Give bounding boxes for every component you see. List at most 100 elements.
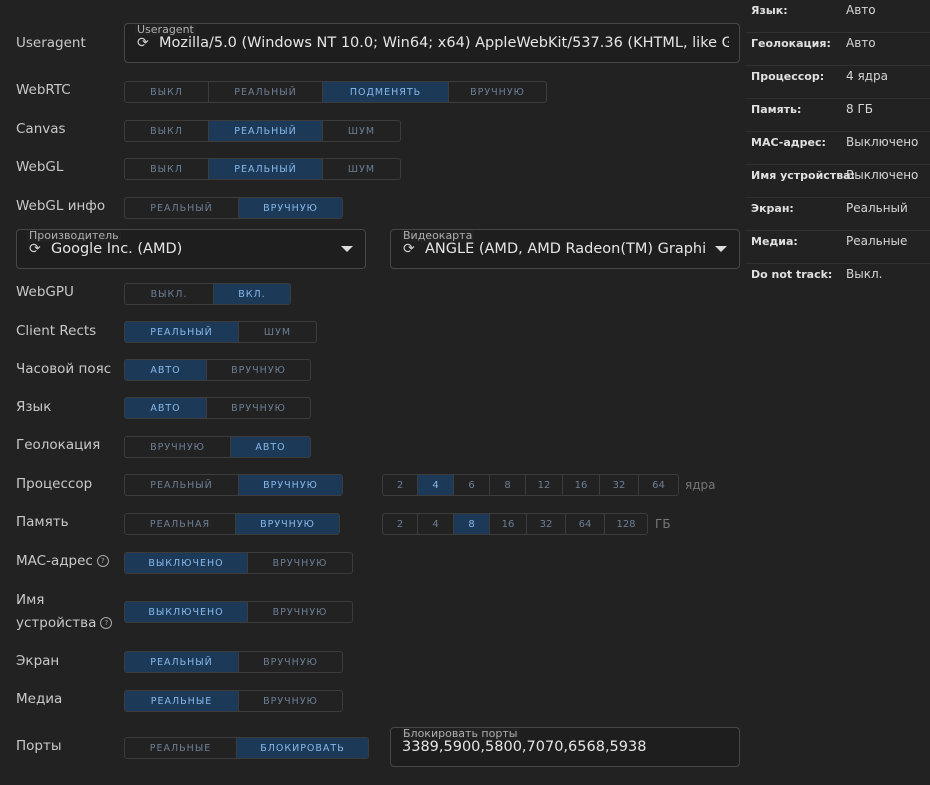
media-toggle[interactable]: Реальные Вручную — [124, 690, 343, 712]
client-rects-toggle[interactable]: Реальный Шум — [124, 321, 317, 343]
mac-option-manual[interactable]: Вручную — [247, 553, 352, 573]
cpu-cores-option[interactable]: 6 — [453, 475, 489, 495]
summary-row: Память: 8 ГБ — [745, 99, 930, 132]
geolocation-option-auto[interactable]: Авто — [230, 437, 310, 457]
webrtc-option-real[interactable]: Реальный — [208, 82, 322, 102]
summary-key: Геолокация: — [751, 37, 831, 50]
canvas-option-noise[interactable]: Шум — [322, 121, 400, 141]
refresh-icon[interactable]: ⟳ — [403, 239, 417, 259]
memory-option-real[interactable]: Реальная — [125, 514, 235, 534]
memory-mode-toggle[interactable]: Реальная Вручную — [124, 513, 340, 535]
webgpu-toggle[interactable]: Выкл. Вкл. — [124, 283, 291, 305]
cpu-cores-option[interactable]: 2 — [383, 475, 417, 495]
cpu-cores-option[interactable]: 8 — [489, 475, 525, 495]
webgl-option-off[interactable]: Выкл — [125, 159, 208, 179]
timezone-option-manual[interactable]: Вручную — [206, 360, 310, 380]
timezone-toggle[interactable]: Авто Вручную — [124, 359, 311, 381]
vendor-select[interactable]: Производитель ⟳ Google Inc. (AMD) — [16, 229, 366, 269]
help-icon[interactable]: ? — [100, 617, 113, 629]
geolocation-option-manual[interactable]: Вручную — [125, 437, 230, 457]
mac-toggle[interactable]: Выключено Вручную — [124, 552, 353, 574]
canvas-toggle[interactable]: Выкл Реальный Шум — [124, 120, 401, 142]
vendor-value: Google Inc. (AMD) — [51, 241, 183, 257]
ports-toggle[interactable]: Реальные Блокировать — [124, 737, 369, 759]
summary-value: 4 ядра — [846, 69, 888, 83]
webrtc-toggle[interactable]: Выкл Реальный Подменять Вручную — [124, 81, 547, 103]
cpu-cores-option[interactable]: 4 — [417, 475, 453, 495]
client-rects-label: Client Rects — [16, 323, 97, 339]
cpu-option-manual[interactable]: Вручную — [238, 475, 342, 495]
refresh-icon[interactable]: ⟳ — [137, 33, 151, 53]
blocked-ports-input[interactable]: Блокировать порты 3389,5900,5800,7070,65… — [390, 727, 740, 767]
language-option-manual[interactable]: Вручную — [206, 398, 310, 418]
chevron-down-icon[interactable] — [341, 246, 353, 252]
ports-option-real[interactable]: Реальные — [125, 738, 236, 758]
geolocation-toggle[interactable]: Вручную Авто — [124, 436, 311, 458]
summary-row: Процессор: 4 ядра — [745, 66, 930, 99]
webrtc-option-manual[interactable]: Вручную — [448, 82, 546, 102]
device-name-toggle[interactable]: Выключено Вручную — [124, 601, 353, 623]
language-toggle[interactable]: Авто Вручную — [124, 397, 311, 419]
blocked-ports-value: 3389,5900,5800,7070,6568,5938 — [402, 739, 647, 755]
cpu-option-real[interactable]: Реальный — [125, 475, 238, 495]
screen-label: Экран — [16, 653, 60, 669]
media-option-manual[interactable]: Вручную — [238, 691, 342, 711]
webgl-option-noise[interactable]: Шум — [322, 159, 400, 179]
canvas-label: Canvas — [16, 121, 66, 137]
summary-row: Геолокация: Авто — [745, 33, 930, 66]
memory-size-option[interactable]: 8 — [453, 514, 489, 534]
memory-size-option[interactable]: 16 — [489, 514, 526, 534]
cpu-mode-toggle[interactable]: Реальный Вручную — [124, 474, 343, 496]
ports-option-block[interactable]: Блокировать — [236, 738, 368, 758]
language-option-auto[interactable]: Авто — [125, 398, 206, 418]
timezone-option-auto[interactable]: Авто — [125, 360, 206, 380]
mac-option-off[interactable]: Выключено — [125, 553, 247, 573]
device-name-label-line1: Имя — [16, 592, 45, 608]
cpu-cores-option[interactable]: 64 — [638, 475, 678, 495]
canvas-option-real[interactable]: Реальный — [208, 121, 322, 141]
summary-key: Имя устройства: — [751, 169, 855, 182]
summary-key: Экран: — [751, 202, 794, 215]
cpu-cores-option[interactable]: 12 — [525, 475, 562, 495]
webrtc-option-off[interactable]: Выкл — [125, 82, 208, 102]
memory-size-option[interactable]: 64 — [565, 514, 604, 534]
webgl-info-toggle[interactable]: Реальный Вручную — [124, 197, 343, 219]
memory-size-option[interactable]: 128 — [604, 514, 647, 534]
memory-size-option[interactable]: 32 — [526, 514, 565, 534]
summary-value: Выкл. — [846, 267, 883, 281]
memory-size-option[interactable]: 2 — [383, 514, 417, 534]
cpu-cores-selector[interactable]: 2 4 6 8 12 16 32 64 — [382, 474, 679, 496]
ports-label: Порты — [16, 738, 62, 754]
webgpu-option-on[interactable]: Вкл. — [213, 284, 290, 304]
mac-label-text: MAC-адрес — [16, 553, 93, 569]
useragent-field[interactable]: Useragent ⟳ Mozilla/5.0 (Windows NT 10.0… — [124, 23, 740, 63]
canvas-option-off[interactable]: Выкл — [125, 121, 208, 141]
webgpu-label: WebGPU — [16, 284, 74, 300]
cpu-cores-option[interactable]: 32 — [599, 475, 638, 495]
client-rects-option-real[interactable]: Реальный — [125, 322, 238, 342]
screen-option-manual[interactable]: Вручную — [238, 652, 342, 672]
client-rects-option-noise[interactable]: Шум — [238, 322, 316, 342]
memory-option-manual[interactable]: Вручную — [235, 514, 339, 534]
memory-size-option[interactable]: 4 — [417, 514, 453, 534]
summary-key: Медиа: — [751, 235, 798, 248]
memory-size-selector[interactable]: 2 4 8 16 32 64 128 — [382, 513, 648, 535]
webgpu-option-off[interactable]: Выкл. — [125, 284, 213, 304]
refresh-icon[interactable]: ⟳ — [29, 239, 43, 259]
webgl-info-option-manual[interactable]: Вручную — [238, 198, 342, 218]
device-name-option-off[interactable]: Выключено — [125, 602, 247, 622]
renderer-select[interactable]: Видеокарта ⟳ ANGLE (AMD, AMD Radeon(TM) … — [390, 229, 740, 269]
webrtc-option-spoof[interactable]: Подменять — [322, 82, 448, 102]
webgl-toggle[interactable]: Выкл Реальный Шум — [124, 158, 401, 180]
media-option-real[interactable]: Реальные — [125, 691, 238, 711]
device-name-option-manual[interactable]: Вручную — [247, 602, 352, 622]
help-icon[interactable]: ? — [96, 555, 109, 567]
screen-option-real[interactable]: Реальный — [125, 652, 238, 672]
cpu-cores-option[interactable]: 16 — [562, 475, 599, 495]
summary-value: Реальный — [846, 201, 908, 215]
webgl-info-option-real[interactable]: Реальный — [125, 198, 238, 218]
webgl-label: WebGL — [16, 159, 64, 175]
chevron-down-icon[interactable] — [715, 246, 727, 252]
webgl-option-real[interactable]: Реальный — [208, 159, 322, 179]
screen-toggle[interactable]: Реальный Вручную — [124, 651, 343, 673]
